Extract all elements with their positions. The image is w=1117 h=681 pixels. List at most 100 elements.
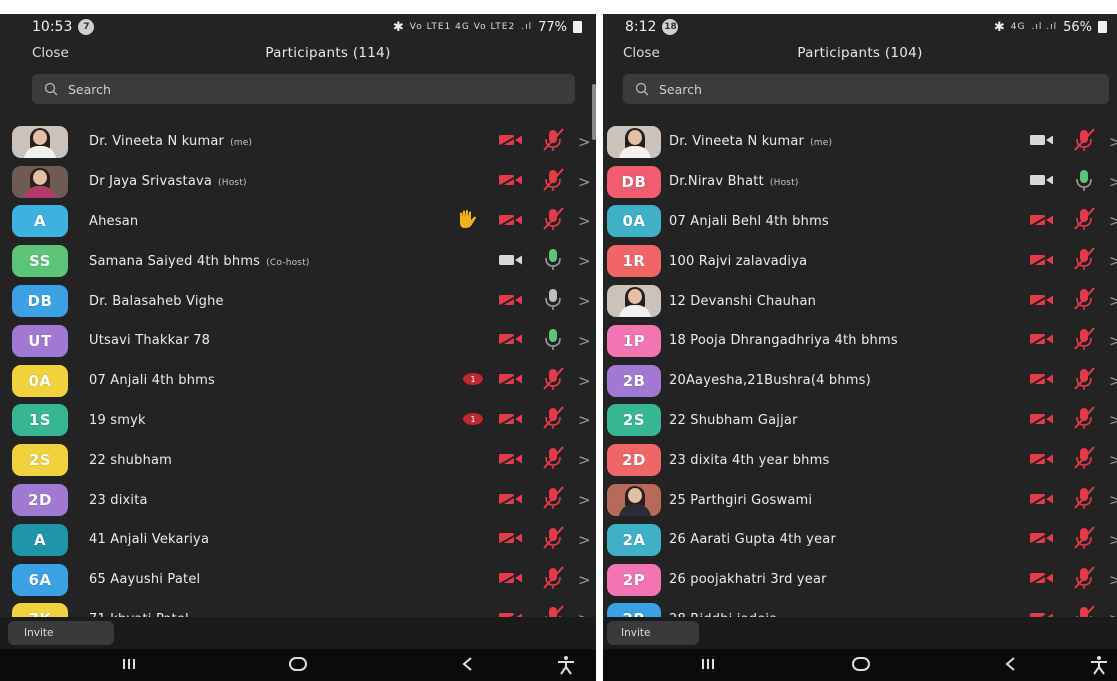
mic-off-icon[interactable] <box>542 168 564 196</box>
video-on-icon[interactable] <box>498 252 524 271</box>
chevron-right-icon[interactable]: > <box>578 173 592 191</box>
participant-row[interactable]: 1R 100 Rajvi zalavadiya > <box>603 241 1117 281</box>
participant-row[interactable]: 2D 23 dixita 4th year bhms > <box>603 440 1117 480</box>
participant-row[interactable]: 12 Devanshi Chauhan > <box>603 281 1117 321</box>
chevron-right-icon[interactable]: > <box>578 411 592 429</box>
mic-on-icon[interactable] <box>542 327 564 355</box>
search-input[interactable]: Search <box>32 74 575 104</box>
participant-row[interactable]: 25 Parthgiri Goswami > <box>603 480 1117 520</box>
chevron-right-icon[interactable]: > <box>578 451 592 469</box>
video-off-icon[interactable] <box>1029 292 1055 311</box>
recent-apps-icon[interactable] <box>120 655 138 673</box>
mic-off-icon[interactable] <box>1073 446 1095 474</box>
chevron-right-icon[interactable]: > <box>1109 372 1117 390</box>
participant-row[interactable]: Dr Jaya Srivastava (Host) > <box>0 162 596 202</box>
participant-row[interactable]: 1S 19 smyk 1 > <box>0 401 596 441</box>
participant-row[interactable]: 2S 22 shubham > <box>0 440 596 480</box>
video-off-icon[interactable] <box>1029 451 1055 470</box>
mic-off-icon[interactable] <box>1073 287 1095 315</box>
video-off-icon[interactable] <box>498 530 524 549</box>
mic-on-icon[interactable] <box>542 247 564 275</box>
video-on-icon[interactable] <box>1029 132 1055 151</box>
back-icon[interactable] <box>1003 655 1019 673</box>
participant-row[interactable]: 0A 07 Anjali 4th bhms 1 > <box>0 361 596 401</box>
back-icon[interactable] <box>460 655 476 673</box>
video-off-icon[interactable] <box>1029 530 1055 549</box>
invite-button[interactable]: Invite <box>607 621 699 645</box>
chevron-right-icon[interactable]: > <box>1109 133 1117 151</box>
mic-off-icon[interactable] <box>1073 367 1095 395</box>
chat-badge-icon[interactable]: 1 <box>462 411 484 430</box>
chevron-right-icon[interactable]: > <box>1109 531 1117 549</box>
video-off-icon[interactable] <box>498 212 524 231</box>
mic-off-icon[interactable] <box>1073 327 1095 355</box>
mic-on-icon[interactable] <box>542 287 564 315</box>
mic-on-icon[interactable] <box>1073 168 1095 196</box>
participant-row[interactable]: 6A 65 Aayushi Patel > <box>0 560 596 600</box>
chevron-right-icon[interactable]: > <box>1109 212 1117 230</box>
chevron-right-icon[interactable]: > <box>578 133 592 151</box>
mic-off-icon[interactable] <box>1073 406 1095 434</box>
participant-row[interactable]: A Ahesan > <box>0 202 596 242</box>
mic-off-icon[interactable] <box>542 406 564 434</box>
chevron-right-icon[interactable]: > <box>578 332 592 350</box>
video-off-icon[interactable] <box>498 570 524 589</box>
mic-off-icon[interactable] <box>542 446 564 474</box>
chevron-right-icon[interactable]: > <box>578 372 592 390</box>
search-input[interactable]: Search <box>623 74 1109 104</box>
video-off-icon[interactable] <box>498 292 524 311</box>
participant-row[interactable]: Dr. Vineeta N kumar (me) > <box>603 122 1117 162</box>
invite-button[interactable]: Invite <box>8 621 114 645</box>
mic-off-icon[interactable] <box>1073 128 1095 156</box>
video-off-icon[interactable] <box>498 491 524 510</box>
video-off-icon[interactable] <box>1029 371 1055 390</box>
chevron-right-icon[interactable]: > <box>1109 292 1117 310</box>
participant-row[interactable]: 2S 22 Shubham Gajjar > <box>603 401 1117 441</box>
mic-off-icon[interactable] <box>542 207 564 235</box>
chevron-right-icon[interactable]: > <box>1109 332 1117 350</box>
participant-row[interactable]: 0A 07 Anjali Behl 4th bhms > <box>603 202 1117 242</box>
chevron-right-icon[interactable]: > <box>578 252 592 270</box>
video-off-icon[interactable] <box>498 411 524 430</box>
mic-off-icon[interactable] <box>542 128 564 156</box>
video-off-icon[interactable] <box>498 451 524 470</box>
participant-row[interactable]: SS Samana Saiyed 4th bhms (Co-host) > <box>0 241 596 281</box>
participant-row[interactable]: 2D 23 dixita > <box>0 480 596 520</box>
mic-off-icon[interactable] <box>1073 207 1095 235</box>
mic-off-icon[interactable] <box>542 526 564 554</box>
mic-off-icon[interactable] <box>542 367 564 395</box>
video-off-icon[interactable] <box>1029 331 1055 350</box>
chevron-right-icon[interactable]: > <box>1109 411 1117 429</box>
video-off-icon[interactable] <box>1029 570 1055 589</box>
home-icon[interactable] <box>288 655 308 673</box>
chevron-right-icon[interactable]: > <box>578 571 592 589</box>
video-off-icon[interactable] <box>498 172 524 191</box>
mic-off-icon[interactable] <box>1073 526 1095 554</box>
chat-badge-icon[interactable]: 1 <box>462 371 484 390</box>
chevron-right-icon[interactable]: > <box>1109 173 1117 191</box>
participant-row[interactable]: Dr. Vineeta N kumar (me) > <box>0 122 596 162</box>
mic-off-icon[interactable] <box>1073 247 1095 275</box>
participant-row[interactable]: 2A 26 Aarati Gupta 4th year > <box>603 520 1117 560</box>
video-off-icon[interactable] <box>1029 491 1055 510</box>
chevron-right-icon[interactable]: > <box>578 531 592 549</box>
chevron-right-icon[interactable]: > <box>1109 451 1117 469</box>
video-on-icon[interactable] <box>1029 172 1055 191</box>
participant-row[interactable]: 2B 20Aayesha,21Bushra(4 bhms) > <box>603 361 1117 401</box>
mic-off-icon[interactable] <box>542 565 564 594</box>
participant-row[interactable]: DB Dr. Balasaheb Vighe > <box>0 281 596 321</box>
participant-row[interactable]: 1P 18 Pooja Dhrangadhriya 4th bhms > <box>603 321 1117 361</box>
accessibility-icon[interactable] <box>556 655 576 675</box>
chevron-right-icon[interactable]: > <box>1109 571 1117 589</box>
video-off-icon[interactable] <box>498 371 524 390</box>
video-off-icon[interactable] <box>1029 252 1055 271</box>
participant-row[interactable]: DB Dr.Nirav Bhatt (Host) > <box>603 162 1117 202</box>
chevron-right-icon[interactable]: > <box>1109 491 1117 509</box>
accessibility-icon[interactable] <box>1089 655 1109 675</box>
video-off-icon[interactable] <box>1029 411 1055 430</box>
mic-off-icon[interactable] <box>1073 565 1095 594</box>
chevron-right-icon[interactable]: > <box>578 491 592 509</box>
participant-row[interactable]: UT Utsavi Thakkar 78 > <box>0 321 596 361</box>
video-off-icon[interactable] <box>498 132 524 151</box>
video-off-icon[interactable] <box>498 331 524 350</box>
